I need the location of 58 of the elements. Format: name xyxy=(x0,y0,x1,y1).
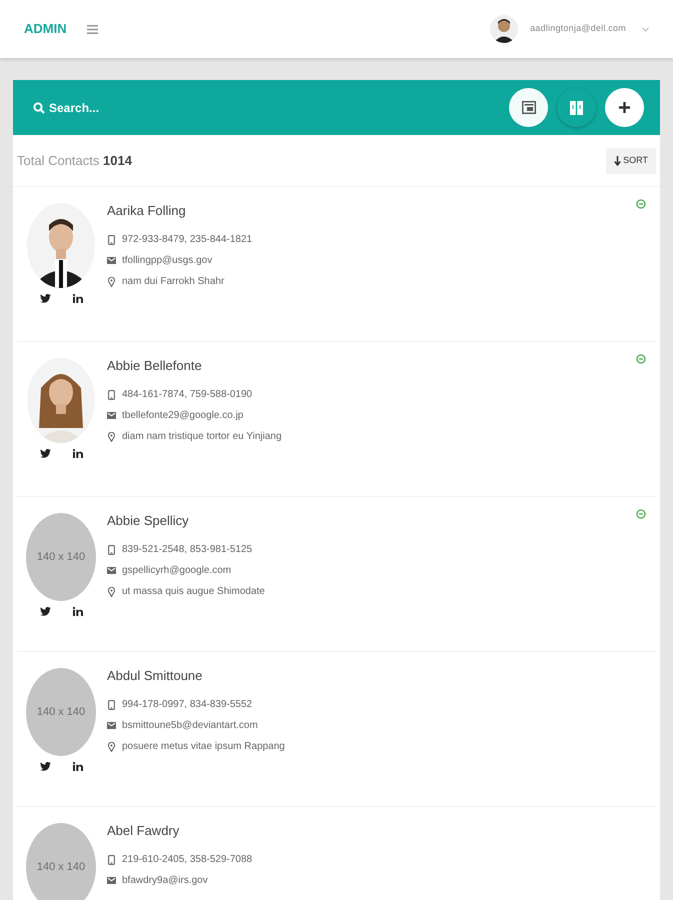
layout-button[interactable] xyxy=(509,88,548,127)
search-field[interactable]: Search... xyxy=(49,98,209,116)
contact-name[interactable]: Abel Fawdry xyxy=(107,823,252,849)
linkedin-icon[interactable] xyxy=(72,762,82,771)
address: diam nam tristique tortor eu Yinjiang xyxy=(122,430,282,444)
email-address: bfawdry9a@irs.gov xyxy=(122,874,208,888)
columns-button[interactable] xyxy=(557,88,596,127)
email-address: bsmittoune5b@deviantart.com xyxy=(122,719,258,733)
mail-icon xyxy=(107,877,116,884)
phone-numbers: 219-610-2405, 358-529-7088 xyxy=(122,853,252,867)
placeholder-label: 140 x 140 xyxy=(36,550,86,565)
placeholder-label: 140 x 140 xyxy=(36,704,86,720)
email-address: gspellicyrh@google.com xyxy=(122,564,232,578)
phone-numbers: 484-161-7874, 759-588-0190 xyxy=(122,388,252,402)
contact-name[interactable]: Aarika Folling xyxy=(107,203,252,229)
menu-icon[interactable] xyxy=(86,24,98,34)
phone-icon xyxy=(107,390,116,400)
address: posuere metus vitae ipsum Rappang xyxy=(122,740,285,754)
mail-icon xyxy=(107,257,116,264)
add-button[interactable] xyxy=(605,88,644,127)
twitter-icon[interactable] xyxy=(40,294,50,303)
mail-icon xyxy=(107,722,116,729)
search-icon xyxy=(33,102,45,114)
avatar-icon[interactable] xyxy=(490,15,518,43)
twitter-icon[interactable] xyxy=(40,449,50,458)
contact-name[interactable]: Abdul Smittoune xyxy=(107,668,285,694)
mail-icon xyxy=(107,567,116,574)
location-pin-icon xyxy=(107,742,116,752)
plus-icon xyxy=(619,102,630,113)
email-address: tbellefonte29@google.co.jp xyxy=(122,409,244,423)
phone-icon xyxy=(107,854,116,864)
user-email[interactable]: aadlingtonja@dell.com xyxy=(530,22,626,36)
phone-numbers: 839-521-2548, 853-981-5125 xyxy=(122,543,252,557)
linkedin-icon[interactable] xyxy=(72,607,82,616)
phone-numbers: 994-178-0997, 834-839-5552 xyxy=(122,698,252,712)
phone-icon xyxy=(107,234,116,244)
contact-name[interactable]: Abbie Spellicy xyxy=(107,513,265,539)
phone-numbers: 972-933-8479, 235-844-1821 xyxy=(122,233,252,247)
arrow-down-icon xyxy=(614,156,622,166)
twitter-icon[interactable] xyxy=(40,607,50,616)
total-contacts: Total Contacts 1014 xyxy=(17,152,132,170)
linkedin-icon[interactable] xyxy=(72,449,82,458)
location-pin-icon xyxy=(107,276,116,286)
email-address: tfollingpp@usgs.gov xyxy=(122,254,212,268)
columns-icon xyxy=(570,100,583,114)
placeholder-label: 140 x 140 xyxy=(36,860,86,875)
location-pin-icon xyxy=(107,432,116,442)
address: ut massa quis augue Shimodate xyxy=(122,585,265,599)
phone-icon xyxy=(107,700,116,710)
address: nam dui Farrokh Shahr xyxy=(122,275,224,289)
sort-button[interactable]: SORT xyxy=(606,148,656,174)
mail-icon xyxy=(107,412,116,419)
contact-name[interactable]: Abbie Bellefonte xyxy=(107,358,282,384)
twitter-icon[interactable] xyxy=(40,762,50,771)
location-pin-icon xyxy=(107,586,116,596)
linkedin-icon[interactable] xyxy=(72,294,82,303)
phone-icon xyxy=(107,544,116,554)
layout-icon xyxy=(522,101,536,114)
